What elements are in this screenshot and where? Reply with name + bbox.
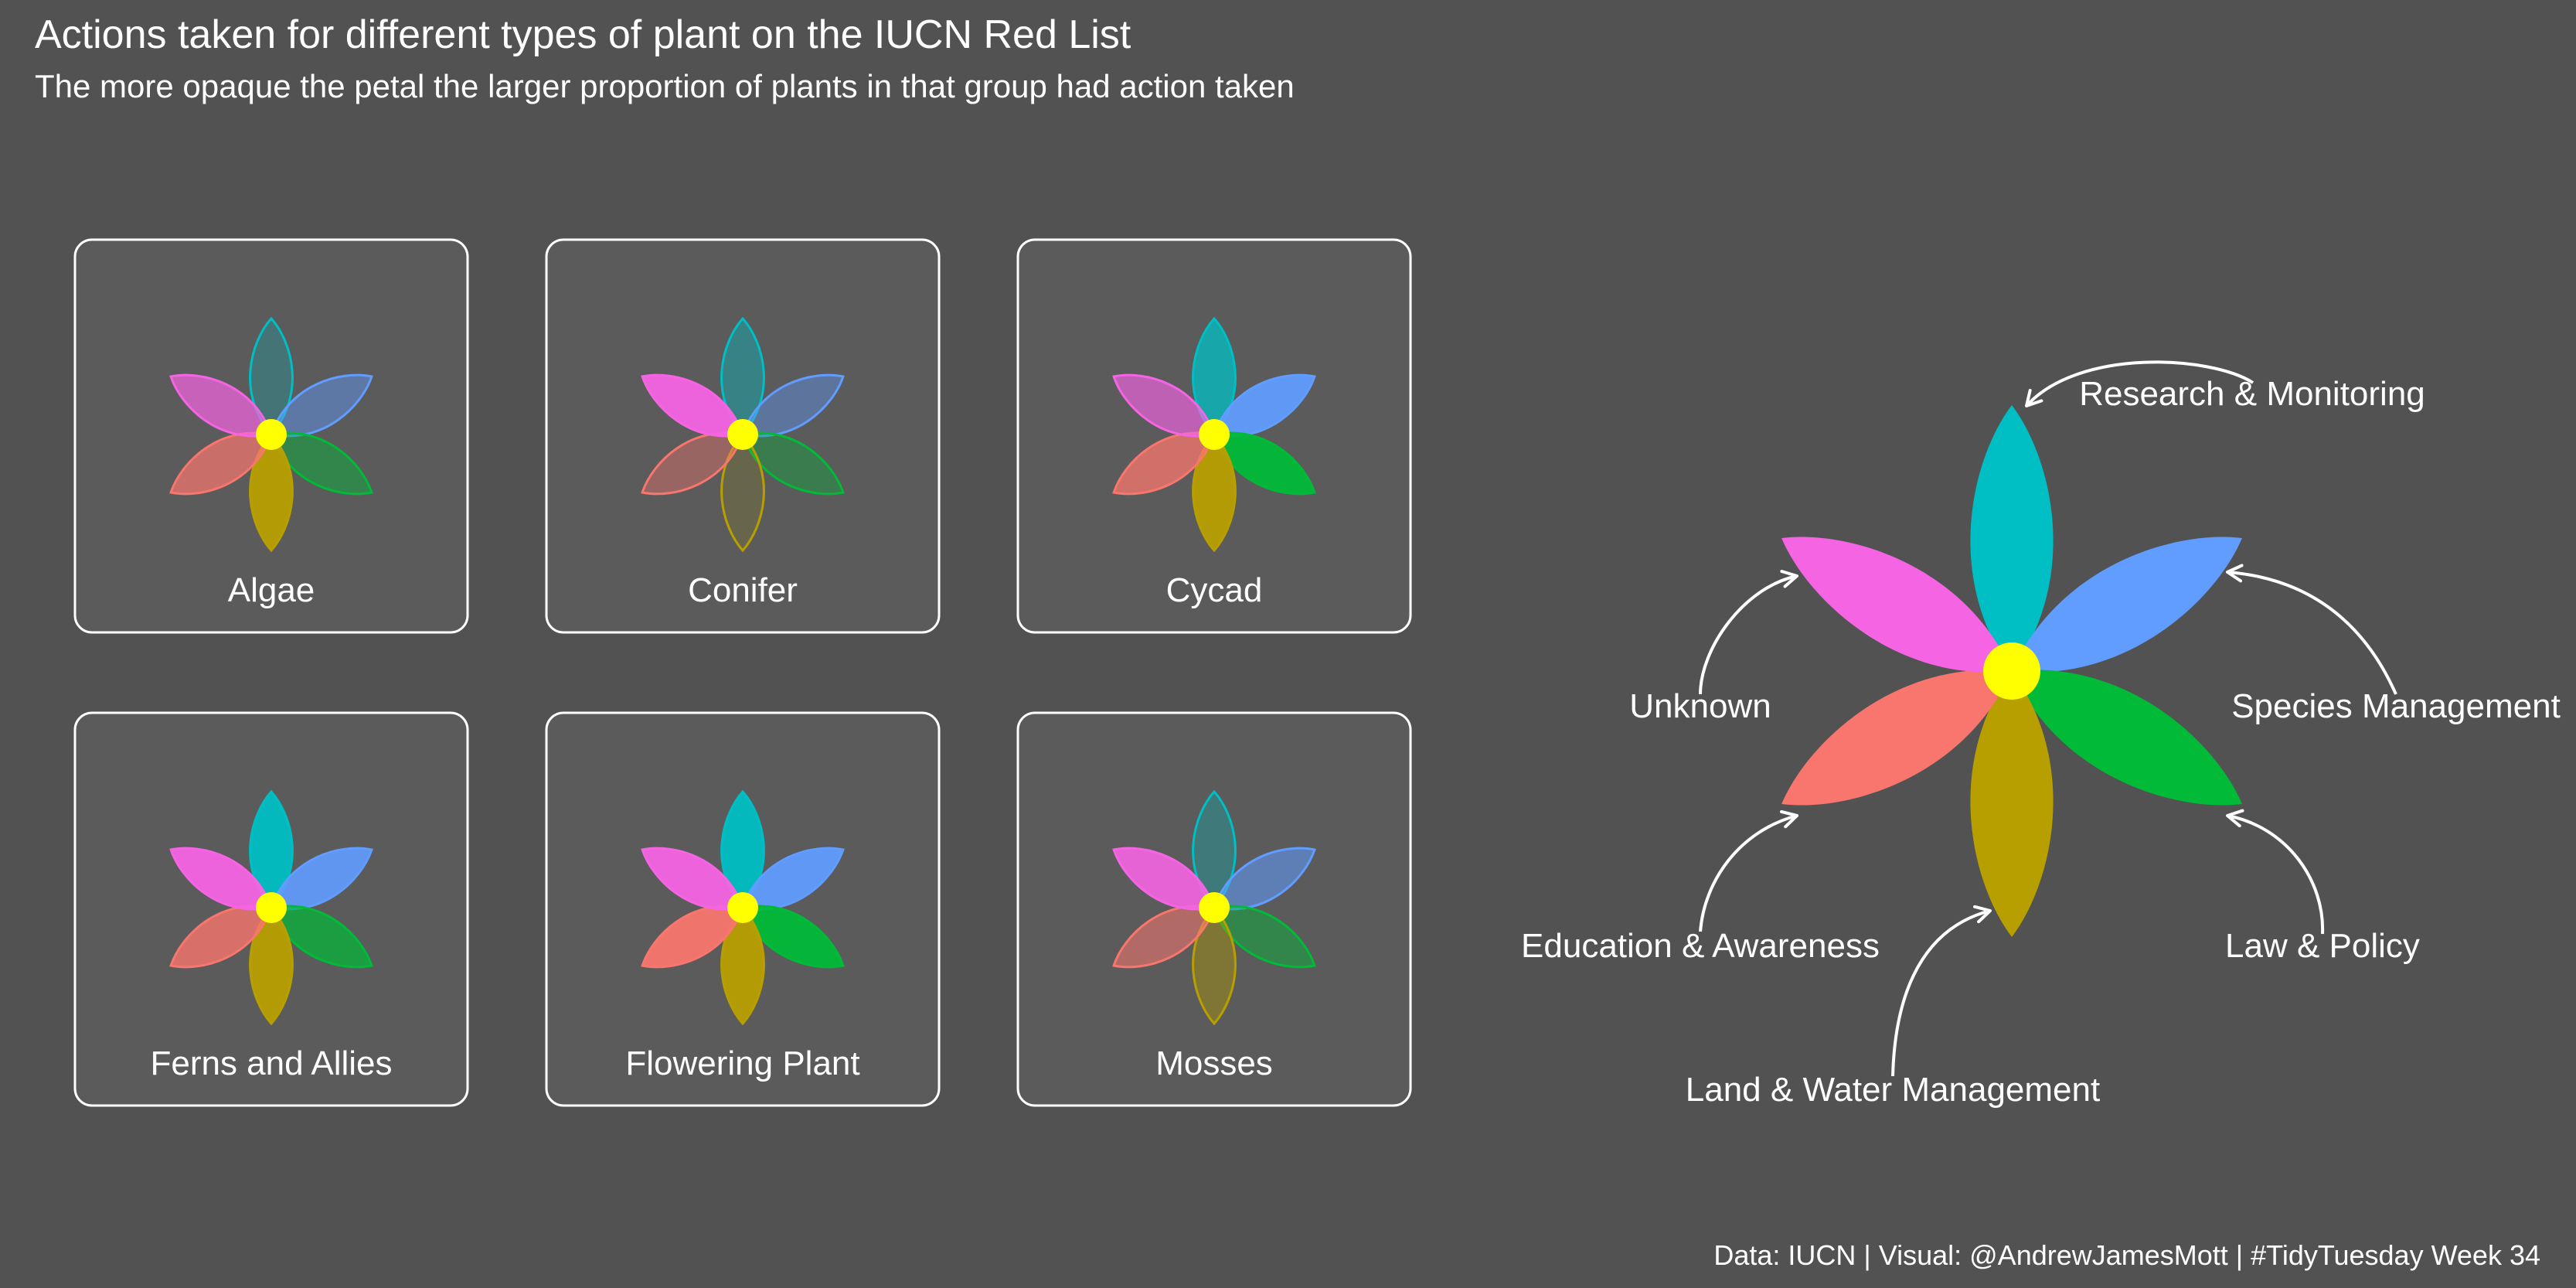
- key-arrow-law-policy: [2226, 809, 2325, 935]
- panel-label-algae: Algae: [228, 571, 315, 609]
- key-label-research-monitoring: Research & Monitoring: [2079, 375, 2425, 413]
- key-arrow-unknown: [1699, 570, 1798, 695]
- key-label-land-water-management: Land & Water Management: [1686, 1071, 2100, 1109]
- flower-center-flowering-plant: [727, 892, 758, 923]
- panel-label-cycad: Cycad: [1166, 571, 1263, 609]
- panel-label-mosses: Mosses: [1155, 1044, 1273, 1082]
- flower-center-algae: [256, 419, 287, 450]
- key-arrow-land-water-management: [1891, 905, 1992, 1077]
- panel-conifer: Conifer: [545, 238, 941, 634]
- panel-label-conifer: Conifer: [688, 571, 798, 609]
- key-label-species-management: Species Management: [2231, 687, 2561, 725]
- caption: Data: IUCN | Visual: @AndrewJamesMott | …: [1713, 1239, 2540, 1271]
- key-label-law-policy: Law & Policy: [2225, 927, 2420, 965]
- panel-algae: Algae: [73, 238, 469, 634]
- key-label-education-awareness: Education & Awareness: [1521, 927, 1880, 965]
- flower-center-mosses: [1199, 892, 1230, 923]
- panel-flowering-plant: Flowering Plant: [545, 711, 941, 1107]
- panel-cycad: Cycad: [1016, 238, 1412, 634]
- key-arrow-education-awareness: [1699, 809, 1798, 932]
- flower-chart: Algae Conifer Cycad Ferns and Allies Floweri…: [73, 238, 2561, 1109]
- flower-center-ferns-and-allies: [256, 892, 287, 923]
- panel-ferns-and-allies: Ferns and Allies: [73, 711, 469, 1107]
- key-label-unknown: Unknown: [1629, 687, 1771, 725]
- flower-center-key: [1983, 642, 2040, 700]
- small-multiples: Algae Conifer Cycad Ferns and Allies Floweri…: [73, 238, 1412, 1107]
- panel-label-ferns-and-allies: Ferns and Allies: [150, 1044, 392, 1082]
- flower-center-conifer: [727, 419, 758, 450]
- flower-center-cycad: [1199, 419, 1230, 450]
- key-arrow-species-management: [2226, 564, 2397, 695]
- legend-key-flower: Research & Monitoring Species Management L…: [1521, 360, 2561, 1109]
- panel-mosses: Mosses: [1016, 711, 1412, 1107]
- panel-label-flowering-plant: Flowering Plant: [625, 1044, 859, 1082]
